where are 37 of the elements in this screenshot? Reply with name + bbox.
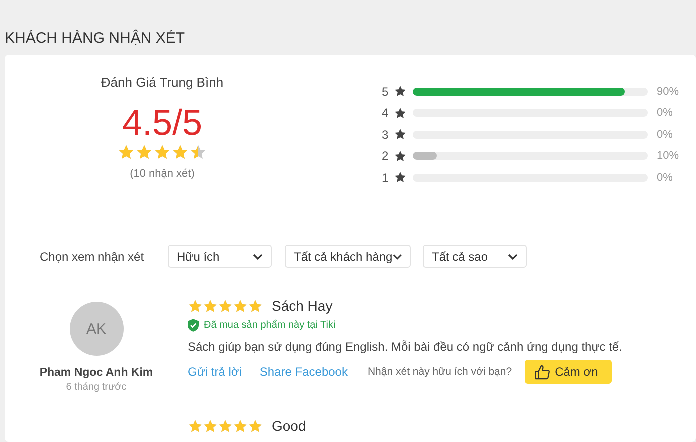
percent-label: 10% xyxy=(657,150,680,162)
shield-check-icon xyxy=(188,319,199,332)
chevron-down-icon xyxy=(253,254,263,260)
star-icon xyxy=(394,150,407,163)
star-icon xyxy=(394,128,407,142)
section-title: KHÁCH HÀNG NHẬN XÉT xyxy=(4,28,186,49)
star-icon xyxy=(394,106,407,120)
star-level: 3 xyxy=(382,128,390,142)
review-title: Good xyxy=(272,418,306,434)
verified-purchase-label: Đã mua sản phẩm này tại Tiki xyxy=(204,320,336,331)
thumbs-up-icon xyxy=(535,364,550,380)
review-time: 6 tháng trước xyxy=(66,382,127,393)
percent-label: 0% xyxy=(657,128,673,141)
star-level: 2 xyxy=(382,149,390,164)
average-heading: Đánh Giá Trung Bình xyxy=(101,75,224,90)
percent-label: 90% xyxy=(657,86,680,98)
star-level: 1 xyxy=(382,170,390,185)
average-score: 4.5/5 xyxy=(122,103,203,143)
filter-label: Chọn xem nhận xét xyxy=(40,250,146,264)
helpful-question: Nhận xét này hữu ích với bạn? xyxy=(368,366,512,378)
dropdown[interactable]: Tất cả sao xyxy=(423,245,527,268)
thanks-button[interactable]: Cảm ơn xyxy=(525,360,612,384)
percent-label: 0% xyxy=(657,172,673,184)
star-icon xyxy=(394,85,407,98)
review-text: Sách giúp bạn sử dụng đúng English. Mỗi bài đều có ngữ cảnh ứng dụng thực tế. xyxy=(188,340,622,354)
review-title: Sách Hay xyxy=(272,298,333,314)
star-icon xyxy=(394,171,407,184)
star-level: 4 xyxy=(382,106,390,120)
star-level: 5 xyxy=(382,84,390,99)
chevron-down-icon xyxy=(392,254,402,260)
dropdown[interactable]: Hữu ích xyxy=(168,245,272,268)
review-count: (10 nhận xét) xyxy=(130,168,195,180)
percent-label: 0% xyxy=(657,107,673,120)
reviewer-name: Pham Ngoc Anh Kim xyxy=(40,367,154,379)
chevron-down-icon xyxy=(508,254,518,260)
avatar: AK xyxy=(70,302,124,356)
dropdown[interactable]: Tất cả khách hàng xyxy=(285,245,411,268)
